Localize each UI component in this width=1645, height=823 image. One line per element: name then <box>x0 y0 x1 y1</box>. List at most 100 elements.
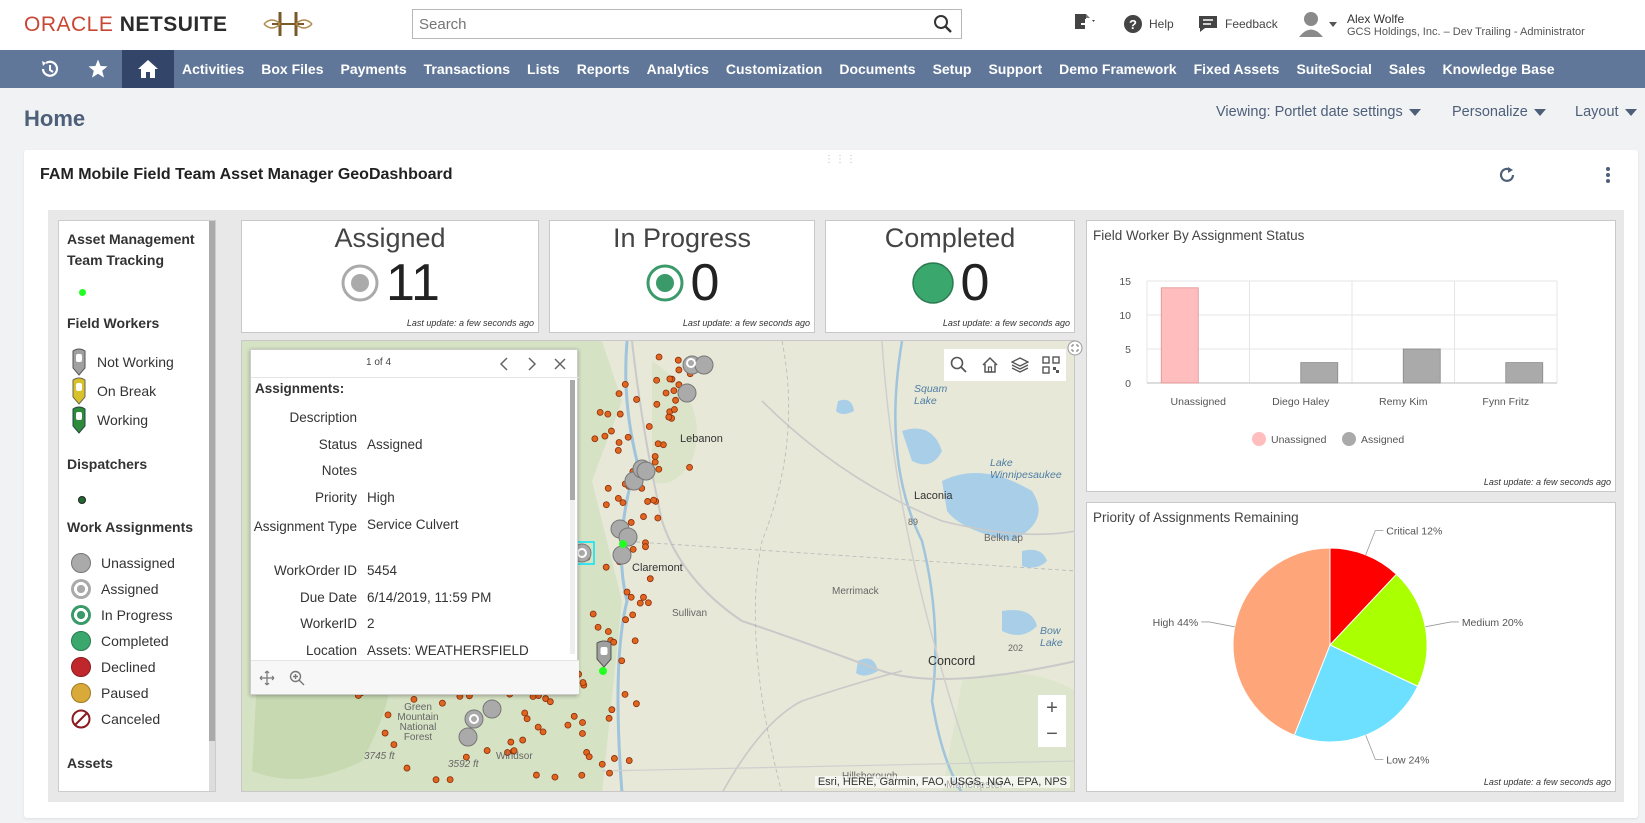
asset-marker[interactable] <box>672 396 679 404</box>
recent-history-button[interactable] <box>24 50 76 88</box>
asset-marker[interactable] <box>604 628 612 635</box>
asset-marker[interactable] <box>666 375 674 383</box>
refresh-icon[interactable] <box>1498 166 1516 184</box>
asset-marker[interactable] <box>579 679 587 686</box>
asset-marker[interactable] <box>627 519 635 526</box>
asset-marker[interactable] <box>631 637 639 645</box>
next-icon[interactable] <box>525 356 539 372</box>
asset-marker[interactable] <box>602 501 610 509</box>
asset-marker[interactable] <box>674 356 682 364</box>
nav-item-setup[interactable]: Setup <box>933 61 972 77</box>
asset-marker[interactable] <box>622 616 629 624</box>
nav-item-demo-framework[interactable]: Demo Framework <box>1059 61 1176 77</box>
asset-marker[interactable] <box>633 396 640 403</box>
asset-marker[interactable] <box>608 427 615 435</box>
asset-marker[interactable] <box>615 390 623 398</box>
assignment-marker[interactable] <box>677 383 697 403</box>
bar-assigned[interactable] <box>1505 362 1544 384</box>
pie-chart[interactable]: Critical 12% Medium 20% Low 24% High 44% <box>1087 523 1615 789</box>
viewing-dropdown[interactable]: Viewing: Portlet date settings <box>1216 104 1421 120</box>
nav-item-suitesocial[interactable]: SuiteSocial <box>1296 61 1371 77</box>
asset-marker[interactable] <box>539 728 547 736</box>
asset-marker[interactable] <box>604 410 612 418</box>
asset-marker[interactable] <box>602 563 610 571</box>
search-icon[interactable] <box>933 14 953 34</box>
search-input[interactable] <box>413 10 913 38</box>
nav-item-sales[interactable]: Sales <box>1389 61 1426 77</box>
asset-marker[interactable] <box>651 458 659 466</box>
asset-marker[interactable] <box>589 610 597 618</box>
tracking-marker[interactable] <box>619 540 627 548</box>
asset-marker[interactable] <box>665 413 673 421</box>
asset-marker[interactable] <box>621 380 629 388</box>
asset-marker[interactable] <box>671 406 678 413</box>
asset-marker[interactable] <box>546 698 554 706</box>
asset-marker[interactable] <box>646 575 654 583</box>
asset-marker[interactable] <box>551 773 559 781</box>
asset-marker[interactable] <box>642 543 649 551</box>
asset-marker[interactable] <box>610 638 618 646</box>
asset-marker[interactable] <box>446 776 454 783</box>
asset-marker[interactable] <box>645 599 652 607</box>
asset-marker[interactable] <box>578 771 586 779</box>
asset-marker[interactable] <box>632 700 640 708</box>
asset-marker[interactable] <box>616 410 624 418</box>
asset-marker[interactable] <box>521 709 529 717</box>
nav-item-documents[interactable]: Documents <box>839 61 915 77</box>
asset-marker[interactable] <box>686 463 693 471</box>
asset-marker[interactable] <box>591 435 599 443</box>
asset-marker[interactable] <box>655 353 663 361</box>
asset-marker[interactable] <box>507 738 515 746</box>
assignment-marker[interactable] <box>482 699 502 719</box>
asset-marker[interactable] <box>670 387 678 395</box>
asset-marker[interactable] <box>640 513 647 520</box>
asset-marker[interactable] <box>523 715 531 723</box>
nav-item-analytics[interactable]: Analytics <box>647 61 709 77</box>
home-button[interactable] <box>122 50 174 88</box>
asset-marker[interactable] <box>564 721 572 729</box>
layout-dropdown[interactable]: Layout <box>1575 104 1637 120</box>
popup-scrollbar[interactable] <box>570 380 575 654</box>
asset-marker[interactable] <box>653 376 661 384</box>
asset-marker[interactable] <box>655 465 663 473</box>
previous-icon[interactable] <box>497 356 511 372</box>
nav-item-knowledge-base[interactable]: Knowledge Base <box>1443 61 1555 77</box>
assignment-marker[interactable] <box>694 355 714 375</box>
asset-marker[interactable] <box>605 714 613 722</box>
drag-handle[interactable]: ⋮⋮⋮ <box>824 154 857 165</box>
asset-marker[interactable] <box>624 433 632 441</box>
asset-marker[interactable] <box>654 440 662 448</box>
recent-records-button[interactable] <box>1072 12 1098 34</box>
nav-item-activities[interactable]: Activities <box>182 61 244 77</box>
asset-marker[interactable] <box>533 771 540 779</box>
feedback-link[interactable]: Feedback <box>1197 14 1278 34</box>
asset-marker[interactable] <box>619 499 627 507</box>
asset-marker[interactable] <box>604 484 612 492</box>
legend-swatch[interactable] <box>1252 432 1266 446</box>
assignment-marker[interactable] <box>458 727 478 747</box>
bar-assigned[interactable] <box>1300 362 1339 384</box>
asset-marker[interactable] <box>629 545 637 553</box>
assignment-marker[interactable] <box>636 461 656 481</box>
more-options-icon[interactable] <box>1604 166 1612 184</box>
asset-marker[interactable] <box>645 423 653 430</box>
close-icon[interactable] <box>552 356 568 372</box>
layers-icon[interactable] <box>1011 356 1030 374</box>
asset-marker[interactable] <box>653 400 661 408</box>
asset-marker[interactable] <box>594 623 602 631</box>
expand-map-icon[interactable] <box>1067 340 1083 356</box>
asset-marker[interactable] <box>610 755 618 762</box>
asset-marker[interactable] <box>403 764 411 772</box>
asset-marker[interactable] <box>654 514 662 522</box>
asset-marker[interactable] <box>623 588 631 596</box>
asset-marker[interactable] <box>625 757 633 764</box>
help-link[interactable]: ? Help <box>1123 14 1174 34</box>
asset-marker[interactable] <box>432 776 440 784</box>
asset-marker[interactable] <box>636 599 644 607</box>
asset-marker[interactable] <box>650 496 658 504</box>
assignment-marker[interactable] <box>612 545 632 565</box>
zoom-out-button[interactable]: − <box>1038 721 1066 747</box>
personalize-dropdown[interactable]: Personalize <box>1452 104 1546 120</box>
nav-item-reports[interactable]: Reports <box>577 61 630 77</box>
asset-marker[interactable] <box>606 769 613 777</box>
